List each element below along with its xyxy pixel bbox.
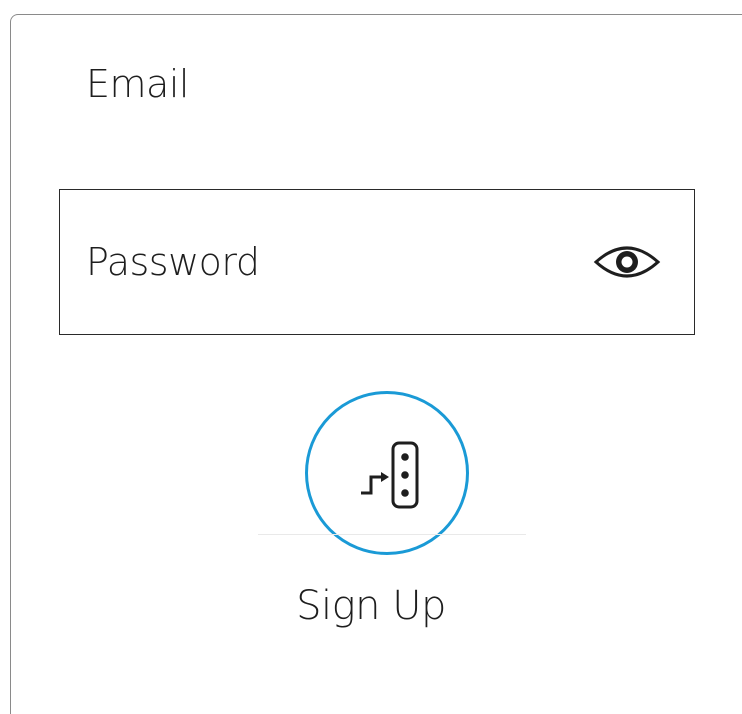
divider xyxy=(258,534,526,535)
password-placeholder: Password xyxy=(86,240,260,284)
show-password-toggle[interactable] xyxy=(592,237,662,287)
eye-icon xyxy=(593,246,661,278)
password-field[interactable]: Password xyxy=(59,189,695,335)
sign-up-steps-icon xyxy=(361,441,419,509)
sign-up-link[interactable]: Sign Up xyxy=(0,574,742,638)
email-field[interactable]: Email xyxy=(86,54,189,114)
sign-up-icon-button[interactable] xyxy=(305,391,469,555)
email-placeholder: Email xyxy=(86,62,189,106)
